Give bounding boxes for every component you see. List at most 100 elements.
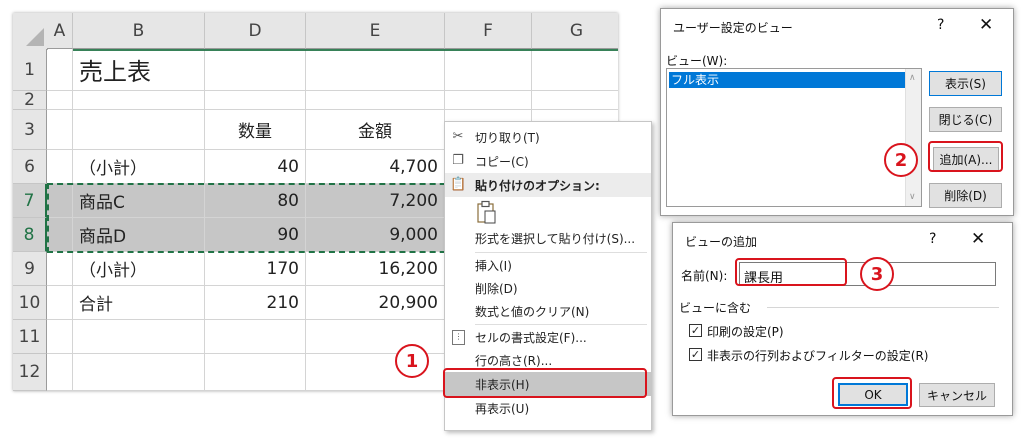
row-header-3[interactable]: 3 [13, 110, 47, 150]
name-input-value: 課長用 [744, 271, 784, 286]
cell-amount-r9[interactable]: 16,200 [306, 252, 445, 286]
add-button[interactable]: 追加(A)... [933, 147, 999, 171]
close-icon[interactable]: ✕ [971, 229, 985, 249]
menu-item-format-cells[interactable]: ⋮ セルの書式設定(F)... [445, 325, 651, 349]
cell-g2[interactable] [532, 91, 618, 110]
cell-amount-r7[interactable]: 7,200 [306, 184, 445, 218]
menu-item-hide[interactable]: 非表示(H) [445, 372, 651, 396]
cell-b3[interactable] [73, 110, 205, 150]
print-settings-label: 印刷の設定(P) [707, 325, 784, 339]
cell-header-amount[interactable]: 金額 [306, 110, 445, 150]
menu-label-delete: 削除(D) [475, 281, 518, 296]
cell-g1[interactable] [532, 49, 618, 91]
cell-qty-r8[interactable]: 90 [205, 218, 306, 252]
row-header-6[interactable]: 6 [13, 150, 47, 184]
row-header-7[interactable]: 7 [13, 184, 47, 218]
cell-a9[interactable] [47, 252, 73, 286]
cell-b12[interactable] [73, 354, 205, 391]
menu-item-unhide[interactable]: 再表示(U) [445, 396, 651, 420]
cell-label-r8[interactable]: 商品D [73, 218, 205, 252]
cell-e2[interactable] [306, 91, 445, 110]
cell-header-qty[interactable]: 数量 [205, 110, 306, 150]
views-listbox[interactable]: フル表示 ∧ ∨ [666, 68, 922, 207]
cell-a10[interactable] [47, 286, 73, 320]
cell-qty-r6[interactable]: 40 [205, 150, 306, 184]
column-header-d[interactable]: D [205, 13, 306, 49]
print-settings-checkbox[interactable]: ✓ [689, 324, 702, 337]
format-cells-icon: ⋮ [452, 329, 465, 345]
cell-b2[interactable] [73, 91, 205, 110]
menu-item-copy[interactable]: ❐ コピー(C) [445, 149, 651, 173]
cell-a7[interactable] [47, 184, 73, 218]
listbox-scrollbar[interactable]: ∧ ∨ [905, 69, 921, 206]
row-header-10[interactable]: 10 [13, 286, 47, 320]
close-icon[interactable]: ✕ [979, 15, 993, 35]
row-header-11[interactable]: 11 [13, 320, 47, 354]
dialog-title: ビューの追加 [685, 235, 758, 249]
cell-a11[interactable] [47, 320, 73, 354]
name-label: 名前(N): [681, 269, 728, 283]
cell-f2[interactable] [445, 91, 532, 110]
scissors-icon: ✂ [452, 129, 464, 144]
view-item-full[interactable]: フル表示 [669, 72, 905, 88]
cell-a8[interactable] [47, 218, 73, 252]
title-underline [73, 49, 618, 51]
menu-item-row-height[interactable]: 行の高さ(R)... [445, 348, 651, 372]
cell-qty-r9[interactable]: 170 [205, 252, 306, 286]
help-button[interactable]: ? [937, 17, 944, 33]
cell-label-r6[interactable]: （小計） [73, 150, 205, 184]
column-header-a[interactable]: A [47, 13, 73, 49]
cell-amount-r6[interactable]: 4,700 [306, 150, 445, 184]
scroll-down-icon[interactable]: ∨ [909, 192, 916, 202]
cell-amount-r8[interactable]: 9,000 [306, 218, 445, 252]
column-header-f[interactable]: F [445, 13, 532, 49]
close-button[interactable]: 閉じる(C) [929, 107, 1002, 132]
menu-label-insert: 挿入(I) [475, 258, 512, 273]
show-button[interactable]: 表示(S) [929, 71, 1002, 96]
cell-d11[interactable] [205, 320, 306, 354]
cell-d1[interactable] [205, 49, 306, 91]
hidden-rows-filter-checkbox[interactable]: ✓ [689, 348, 702, 361]
row-header-12[interactable]: 12 [13, 354, 47, 391]
column-header-g[interactable]: G [532, 13, 618, 49]
cell-a12[interactable] [47, 354, 73, 391]
cell-amount-r10[interactable]: 20,900 [306, 286, 445, 320]
menu-item-delete[interactable]: 削除(D) [445, 276, 651, 300]
cell-qty-r7[interactable]: 80 [205, 184, 306, 218]
menu-item-insert[interactable]: 挿入(I) [445, 253, 651, 277]
cell-d2[interactable] [205, 91, 306, 110]
help-button[interactable]: ? [929, 231, 936, 247]
cell-title[interactable]: 売上表 [73, 49, 205, 91]
row-header-2[interactable]: 2 [13, 90, 47, 110]
cell-label-r9[interactable]: （小計） [73, 252, 205, 286]
paste-icon: 📋 [450, 177, 467, 192]
cell-e1[interactable] [306, 49, 445, 91]
menu-item-clear-contents[interactable]: 数式と値のクリア(N) [445, 299, 651, 323]
column-header-e[interactable]: E [306, 13, 445, 49]
step-badge-1: 1 [395, 344, 429, 378]
cell-a6[interactable] [47, 150, 73, 184]
menu-item-cut[interactable]: ✂ 切り取り(T) [445, 125, 651, 149]
cell-a1[interactable] [47, 49, 73, 91]
cell-a2[interactable] [47, 91, 73, 110]
cell-f1[interactable] [445, 49, 532, 91]
row-header-8[interactable]: 8 [13, 218, 47, 252]
cell-a3[interactable] [47, 110, 73, 150]
cell-label-r7[interactable]: 商品C [73, 184, 205, 218]
cancel-button[interactable]: キャンセル [919, 383, 995, 407]
step-badge-3: 3 [860, 257, 894, 291]
ok-button[interactable]: OK [838, 383, 908, 406]
row-header-9[interactable]: 9 [13, 252, 47, 286]
paste-option-button[interactable] [475, 200, 497, 224]
cell-qty-r10[interactable]: 210 [205, 286, 306, 320]
menu-item-paste-special[interactable]: 形式を選択して貼り付け(S)... [445, 226, 651, 250]
cell-d12[interactable] [205, 354, 306, 391]
scroll-up-icon[interactable]: ∧ [909, 73, 916, 83]
cell-b11[interactable] [73, 320, 205, 354]
delete-button[interactable]: 削除(D) [929, 183, 1002, 208]
column-header-b[interactable]: B [73, 13, 205, 49]
views-list-label: ビュー(W): [666, 54, 728, 68]
cell-label-r10[interactable]: 合計 [73, 286, 205, 320]
select-all-button[interactable] [13, 13, 48, 50]
row-header-1[interactable]: 1 [13, 49, 47, 91]
